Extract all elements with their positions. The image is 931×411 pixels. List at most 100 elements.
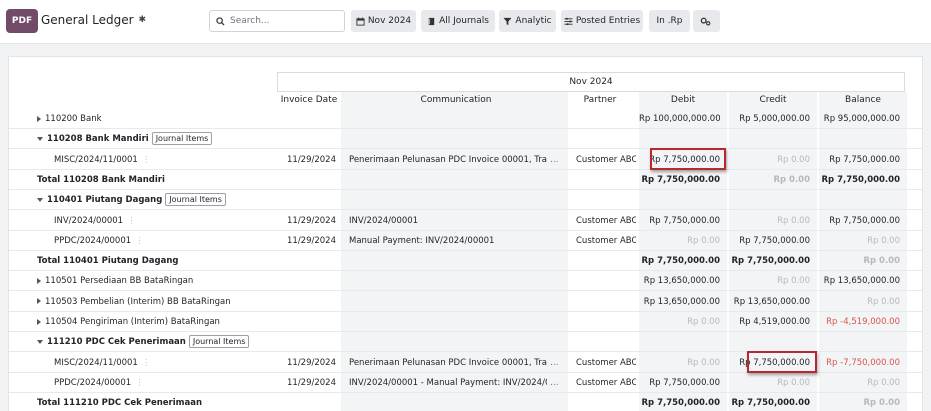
col-debit: Debit [670, 95, 696, 105]
journal-line-row[interactable]: PPDC/2024/00001 ⋮ 11/29/2024 INV/2024/00001… [9, 373, 922, 393]
caret-down-icon[interactable] [37, 339, 43, 344]
journal-items-button[interactable]: Journal Items [151, 132, 213, 146]
search-input[interactable] [230, 16, 330, 26]
period-header: Nov 2024 [277, 72, 905, 92]
caret-right-icon[interactable] [37, 277, 41, 284]
debit-cell: Rp 0.00 [687, 317, 720, 327]
communication-cell: Manual Payment: INV/2024/00001 [349, 231, 565, 251]
row-menu-icon[interactable]: ⋮ [142, 358, 151, 368]
communication-cell: Penerimaan Pelunasan PDC Invoice 00001, … [349, 150, 565, 170]
partner-cell: Customer ABC [576, 235, 636, 246]
account-row[interactable]: 110503 Pembelian (Interim) BB BataRingan… [9, 292, 922, 312]
total-row: Total 111210 PDC Cek Penerimaan Rp 7,750,… [9, 393, 922, 411]
caret-down-icon[interactable] [37, 136, 43, 141]
journal-line-row[interactable]: INV/2024/00001 ⋮ 11/29/2024 INV/2024/00001 C… [9, 211, 922, 231]
sliders-icon [564, 17, 573, 25]
balance-cell: Rp 0.00 [863, 398, 900, 409]
row-label: Total 110401 Piutang Dagang [37, 256, 179, 267]
debit-cell: Rp 7,750,000.00 [649, 215, 720, 226]
invoice-date-cell: 11/29/2024 [287, 235, 336, 246]
row-menu-icon[interactable]: ⋮ [135, 378, 144, 388]
row-menu-icon[interactable]: ⋮ [142, 155, 151, 165]
total-row: Total 110208 Bank Mandiri Rp 7,750,000.00… [9, 170, 922, 190]
balance-cell: Rp -4,519,000.00 [826, 317, 900, 327]
account-row[interactable]: 110504 Pengiriman (Interim) BataRingan Rp… [9, 312, 922, 332]
row-menu-icon[interactable]: ⋮ [135, 236, 144, 246]
row-label: 110501 Persediaan BB BataRingan [45, 276, 194, 287]
invoice-date-cell: 11/29/2024 [287, 357, 336, 368]
debit-cell: Rp 13,650,000.00 [643, 276, 720, 287]
more-icon[interactable]: … [550, 358, 559, 368]
balance-cell: Rp 13,650,000.00 [823, 276, 900, 287]
account-row[interactable]: 110208 Bank Mandiri Journal Items [9, 129, 922, 150]
row-label: INV/2024/00001 [54, 215, 124, 226]
date-filter-button[interactable]: Nov 2024 [351, 10, 416, 32]
row-label: 110401 Piutang Dagang [47, 195, 163, 206]
posted-entries-filter-label: Posted Entries [575, 16, 641, 26]
balance-cell: Rp 7,750,000.00 [829, 215, 900, 226]
caret-right-icon[interactable] [37, 115, 41, 122]
journal-items-button[interactable]: Journal Items [188, 335, 250, 349]
credit-cell: Rp 0.00 [777, 276, 810, 287]
analytic-filter-button[interactable]: Analytic [499, 10, 556, 32]
journals-filter-button[interactable]: All Journals [421, 10, 495, 32]
gear-icon[interactable]: ✱ [139, 15, 147, 25]
communication-text: Manual Payment: INV/2024/00001 [349, 235, 495, 246]
journal-line-row[interactable]: MISC/2024/11/0001 ⋮ 11/29/2024 Penerimaan P… [9, 150, 922, 170]
communication-text: INV/2024/00001 [349, 215, 419, 226]
invoice-date-cell: 11/29/2024 [287, 215, 336, 226]
more-icon[interactable]: … [550, 378, 559, 388]
row-label: Total 110208 Bank Mandiri [37, 174, 165, 185]
search-box[interactable] [209, 10, 345, 32]
row-label: 110504 Pengiriman (Interim) BataRingan [45, 317, 220, 327]
row-label: PPDC/2024/00001 [54, 235, 132, 246]
col-balance: Balance [845, 95, 881, 105]
communication-cell: INV/2024/00001 [349, 211, 565, 231]
balance-cell: Rp 7,750,000.00 [821, 174, 900, 185]
account-name-cell: Total 111210 PDC Cek Penerimaan [37, 393, 267, 411]
invoice-date-cell: 11/29/2024 [287, 377, 336, 388]
debit-cell: Rp 7,750,000.00 [641, 398, 720, 409]
date-filter-label: Nov 2024 [367, 16, 412, 26]
book-icon [428, 17, 435, 25]
account-row[interactable]: 110401 Piutang Dagang Journal Items [9, 190, 922, 211]
partner-cell: Customer ABC [576, 154, 636, 165]
balance-cell: Rp 95,000,000.00 [823, 114, 900, 124]
posted-entries-filter-button[interactable]: Posted Entries [561, 10, 643, 32]
more-icon[interactable]: … [550, 155, 559, 165]
account-name-cell: 110504 Pengiriman (Interim) BataRingan [37, 312, 267, 332]
debit-cell: Rp 100,000,000.00 [639, 114, 720, 124]
account-row[interactable]: 111210 PDC Cek Penerimaan Journal Items [9, 332, 922, 353]
account-name-cell: 110503 Pembelian (Interim) BB BataRingan [37, 292, 267, 312]
balance-cell: Rp 0.00 [867, 296, 900, 307]
highlight-box [650, 147, 726, 170]
pdf-button[interactable]: PDF [6, 9, 38, 33]
caret-right-icon[interactable] [37, 298, 41, 305]
account-row[interactable]: 110501 Persediaan BB BataRingan Rp 13,650… [9, 271, 922, 292]
total-row: Total 110401 Piutang Dagang Rp 7,750,000.… [9, 251, 922, 272]
col-credit: Credit [759, 95, 787, 105]
journal-items-button[interactable]: Journal Items [165, 193, 226, 207]
caret-down-icon[interactable] [37, 197, 43, 202]
account-name-cell: 110501 Persediaan BB BataRingan [37, 271, 267, 291]
currency-filter-label: In .Rp [656, 16, 683, 26]
highlight-box [747, 350, 817, 373]
debit-cell: Rp 7,750,000.00 [641, 174, 720, 185]
account-name-cell: INV/2024/00001 ⋮ [54, 211, 284, 231]
page-title: General Ledger ✱ [41, 13, 146, 27]
credit-cell: Rp 7,750,000.00 [731, 256, 810, 267]
analytic-filter-label: Analytic [515, 16, 552, 26]
account-row[interactable]: 110200 Bank Rp 100,000,000.00 Rp 5,000,000… [9, 109, 922, 129]
row-menu-icon[interactable]: ⋮ [127, 216, 136, 226]
row-label: MISC/2024/11/0001 [54, 154, 138, 165]
caret-right-icon[interactable] [37, 318, 41, 325]
balance-cell: Rp 7,750,000.00 [829, 154, 900, 165]
balance-cell: Rp -7,750,000.00 [826, 357, 900, 368]
debit-cell: Rp 13,650,000.00 [643, 296, 720, 307]
search-icon [216, 16, 225, 26]
communication-cell: Penerimaan Pelunasan PDC Invoice 00001, … [349, 353, 565, 373]
cogs-icon [700, 17, 710, 25]
currency-filter-button[interactable]: In .Rp [649, 10, 690, 32]
settings-button[interactable] [693, 10, 720, 32]
journal-line-row[interactable]: PPDC/2024/00001 ⋮ 11/29/2024 Manual Payment… [9, 231, 922, 251]
